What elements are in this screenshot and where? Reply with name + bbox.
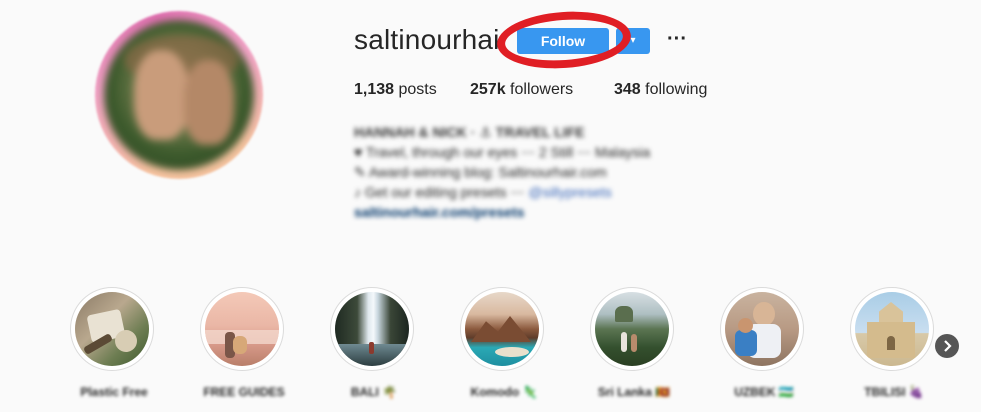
following-label: following <box>645 81 708 98</box>
free-guides-thumbnail <box>205 292 279 366</box>
profile-username: saltinourhair <box>354 24 510 55</box>
followers-count: 257k <box>470 81 506 98</box>
profile-bio: HANNAH & NICK · ⚓ TRAVEL LIFE ♥ Travel, … <box>354 122 650 222</box>
chevron-down-icon: ▾ <box>630 35 636 46</box>
komodo-thumbnail <box>465 292 539 366</box>
highlight-label: UZBEK 🇺🇿 <box>734 385 794 399</box>
highlight-label: Sri Lanka 🇱🇰 <box>597 385 671 399</box>
highlight-label: FREE GUIDES <box>203 385 285 399</box>
ellipsis-icon: ··· <box>667 28 687 50</box>
sri-lanka-thumbnail <box>595 292 669 366</box>
highlight-label: Komodo 🦎 <box>470 385 538 399</box>
uzbek-thumbnail <box>725 292 799 366</box>
posts-count: 1,138 <box>354 81 395 98</box>
next-highlights-button[interactable] <box>935 334 959 358</box>
story-highlight[interactable]: BALI 🌴 <box>330 287 418 399</box>
bali-thumbnail <box>335 292 409 366</box>
more-options-button[interactable]: ··· <box>665 24 689 54</box>
chevron-right-icon <box>944 340 952 352</box>
bio-line-3-text: ♪ Get our editing presets ⋯ <box>354 184 529 200</box>
story-highlight[interactable]: UZBEK 🇺🇿 <box>720 287 808 399</box>
story-highlight[interactable]: Sri Lanka 🇱🇰 <box>590 287 678 399</box>
highlight-ring <box>200 287 284 371</box>
posts-stat: 1,138 posts <box>354 81 437 99</box>
tbilisi-thumbnail <box>855 292 929 366</box>
story-highlight[interactable]: TBILISI 🍇 <box>850 287 938 399</box>
highlight-ring <box>590 287 674 371</box>
highlight-ring <box>720 287 804 371</box>
highlight-ring <box>460 287 544 371</box>
followers-label: followers <box>510 81 574 98</box>
following-stat[interactable]: 348 following <box>614 81 707 99</box>
bio-line-3: ♪ Get our editing presets ⋯ @sillypreset… <box>354 182 650 202</box>
story-highlight[interactable]: Komodo 🦎 <box>460 287 548 399</box>
story-highlight[interactable]: Plastic Free <box>70 287 158 399</box>
followers-stat[interactable]: 257k followers <box>470 81 573 99</box>
bio-full-name: HANNAH & NICK · ⚓ TRAVEL LIFE <box>354 124 585 140</box>
highlight-label: BALI 🌴 <box>350 385 398 399</box>
story-highlight[interactable]: FREE GUIDES <box>200 287 288 399</box>
plastic-free-thumbnail <box>75 292 149 366</box>
bio-line-1: ♥ Travel, through our eyes ⋯ 2 Still ⋯ M… <box>354 144 651 160</box>
posts-label: posts <box>398 81 437 98</box>
highlight-ring <box>330 287 414 371</box>
highlight-ring <box>70 287 154 371</box>
bio-mention-link[interactable]: @sillypresets <box>528 184 611 200</box>
highlight-ring <box>850 287 934 371</box>
red-circle-annotation <box>495 7 633 73</box>
bio-website-link[interactable]: saltinourhair.com/presets <box>354 202 650 222</box>
following-count: 348 <box>614 81 641 98</box>
profile-avatar[interactable] <box>104 20 254 170</box>
bio-line-2: ✎ Award-winning blog: Saltinourhair.com <box>354 164 607 180</box>
highlight-label: Plastic Free <box>80 385 148 399</box>
highlight-label: TBILISI 🍇 <box>864 385 924 399</box>
